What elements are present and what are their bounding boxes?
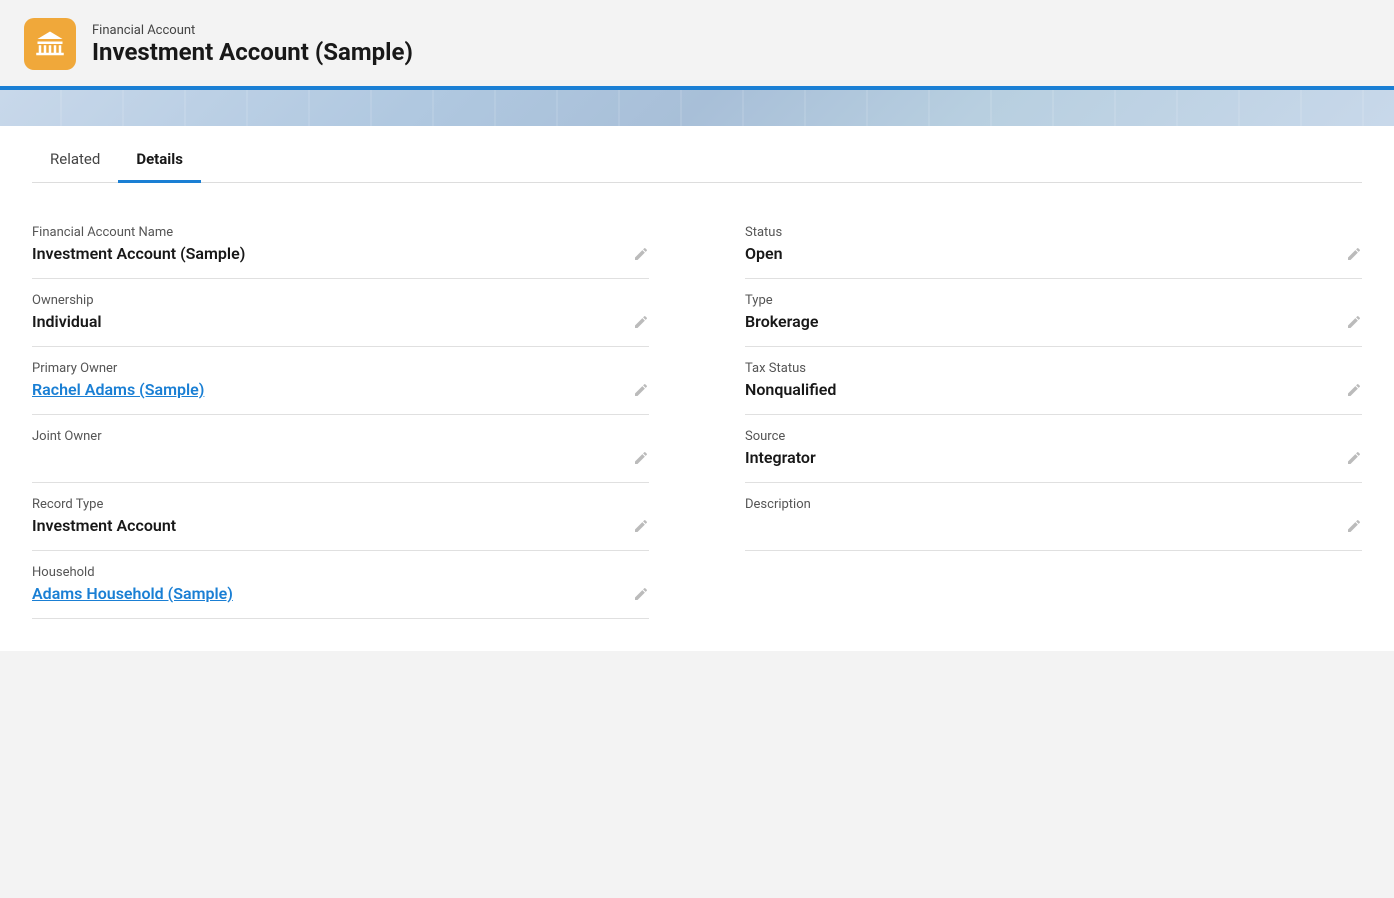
field-value bbox=[32, 448, 649, 472]
field-value: Nonqualified bbox=[745, 380, 1362, 404]
field-label: Ownership bbox=[32, 293, 649, 308]
fields-right-column: Status Open Type Brokerage Tax Status Nonqual… bbox=[697, 211, 1362, 619]
record-type-icon bbox=[24, 18, 76, 70]
edit-icon[interactable] bbox=[1346, 450, 1362, 470]
field-row: Tax Status Nonqualified bbox=[745, 347, 1362, 415]
tab-details[interactable]: Details bbox=[118, 138, 201, 183]
field-row: Status Open bbox=[745, 211, 1362, 279]
field-row: Description bbox=[745, 483, 1362, 551]
field-row: Primary Owner Rachel Adams (Sample) bbox=[32, 347, 649, 415]
field-value: Individual bbox=[32, 312, 649, 336]
field-row: Source Integrator bbox=[745, 415, 1362, 483]
bank-icon bbox=[35, 29, 65, 59]
field-row: Record Type Investment Account bbox=[32, 483, 649, 551]
field-value: Investment Account (Sample) bbox=[32, 244, 649, 268]
field-row: Household Adams Household (Sample) bbox=[32, 551, 649, 619]
field-row: Ownership Individual bbox=[32, 279, 649, 347]
edit-icon[interactable] bbox=[1346, 518, 1362, 538]
field-row: Financial Account Name Investment Account… bbox=[32, 211, 649, 279]
field-label: Type bbox=[745, 293, 1362, 308]
main-content: Related Details Financial Account Name In… bbox=[0, 126, 1394, 651]
edit-icon[interactable] bbox=[633, 586, 649, 606]
edit-icon[interactable] bbox=[633, 246, 649, 266]
field-label: Household bbox=[32, 565, 649, 580]
field-label: Tax Status bbox=[745, 361, 1362, 376]
fields-left-column: Financial Account Name Investment Account… bbox=[32, 211, 697, 619]
field-row: Type Brokerage bbox=[745, 279, 1362, 347]
header-subtitle: Financial Account bbox=[92, 23, 413, 38]
edit-icon[interactable] bbox=[633, 518, 649, 538]
edit-icon[interactable] bbox=[1346, 246, 1362, 266]
field-value[interactable]: Adams Household (Sample) bbox=[32, 584, 649, 608]
edit-icon[interactable] bbox=[633, 382, 649, 402]
field-label: Joint Owner bbox=[32, 429, 649, 444]
field-label: Primary Owner bbox=[32, 361, 649, 376]
field-value: Investment Account bbox=[32, 516, 649, 540]
field-value: Brokerage bbox=[745, 312, 1362, 336]
field-label: Record Type bbox=[32, 497, 649, 512]
field-value: Integrator bbox=[745, 448, 1362, 472]
field-value bbox=[745, 516, 1362, 540]
header-text-group: Financial Account Investment Account (Sa… bbox=[92, 23, 413, 66]
banner-strip bbox=[0, 90, 1394, 126]
field-label: Financial Account Name bbox=[32, 225, 649, 240]
field-label: Description bbox=[745, 497, 1362, 512]
tab-bar: Related Details bbox=[32, 126, 1362, 183]
field-value[interactable]: Rachel Adams (Sample) bbox=[32, 380, 649, 404]
field-value: Open bbox=[745, 244, 1362, 268]
field-label: Status bbox=[745, 225, 1362, 240]
tab-related[interactable]: Related bbox=[32, 138, 118, 183]
field-row: Joint Owner bbox=[32, 415, 649, 483]
edit-icon[interactable] bbox=[633, 450, 649, 470]
page-header: Financial Account Investment Account (Sa… bbox=[0, 0, 1394, 90]
edit-icon[interactable] bbox=[1346, 314, 1362, 334]
field-label: Source bbox=[745, 429, 1362, 444]
fields-grid: Financial Account Name Investment Account… bbox=[32, 211, 1362, 619]
header-title: Investment Account (Sample) bbox=[92, 38, 413, 66]
edit-icon[interactable] bbox=[1346, 382, 1362, 402]
edit-icon[interactable] bbox=[633, 314, 649, 334]
